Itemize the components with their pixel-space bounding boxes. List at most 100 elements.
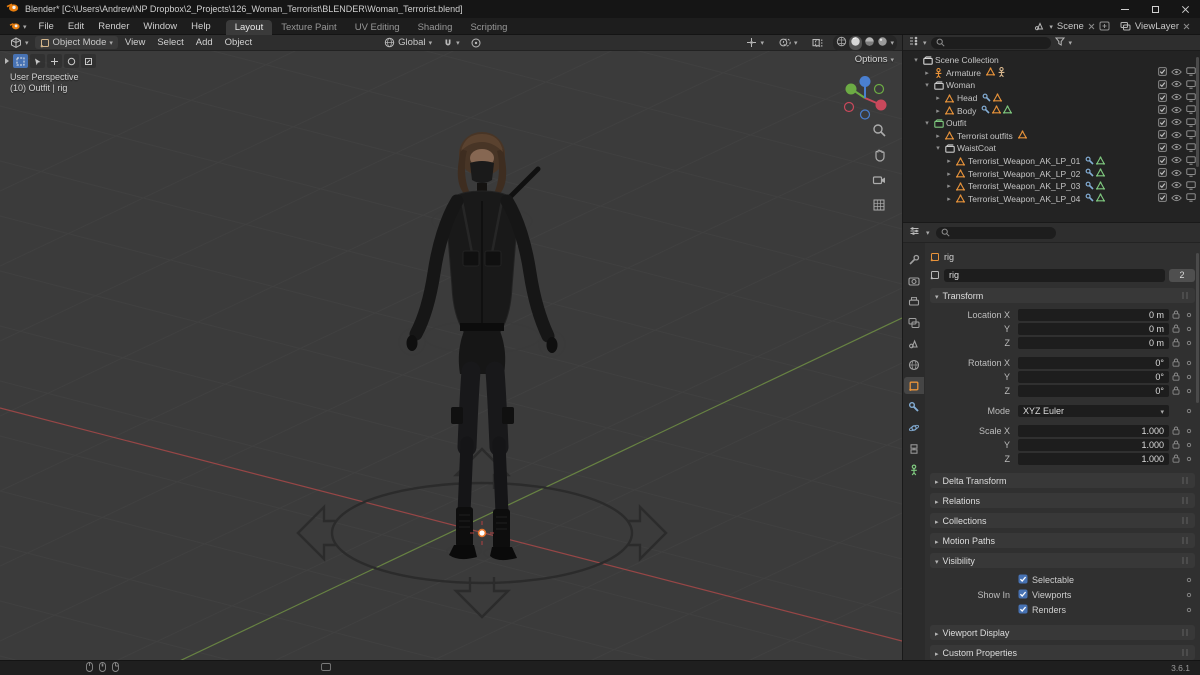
- tool-scale[interactable]: [81, 54, 96, 68]
- unlink-viewlayer-icon[interactable]: [1183, 23, 1190, 30]
- exclude-checkbox[interactable]: [1158, 67, 1167, 78]
- lock-icon[interactable]: [1169, 426, 1183, 435]
- shading-material-button[interactable]: [864, 36, 875, 50]
- hide-eye-icon[interactable]: [1171, 156, 1182, 166]
- viewlayer-selector[interactable]: ViewLayer: [1120, 21, 1190, 32]
- viewport-visibility-icon[interactable]: [1186, 193, 1196, 204]
- selectable-checkbox[interactable]: [1018, 574, 1028, 586]
- viewport-menu-object[interactable]: Object: [219, 36, 258, 49]
- toolbar-expand-icon[interactable]: [5, 58, 9, 64]
- animate-decorator[interactable]: [1183, 360, 1195, 366]
- transform-orientation-selector[interactable]: Global: [379, 36, 437, 49]
- tool-select-box[interactable]: [13, 54, 28, 68]
- menu-help[interactable]: Help: [184, 20, 218, 33]
- viewport-menu-select[interactable]: Select: [151, 36, 189, 49]
- viewport-visibility-icon[interactable]: [1186, 80, 1196, 91]
- outliner-item-outfit[interactable]: ▾ Outfit: [903, 117, 1200, 130]
- lock-icon[interactable]: [1169, 324, 1183, 333]
- panel-motion-paths[interactable]: Motion Paths: [930, 533, 1195, 548]
- properties-tab-view-layer[interactable]: [904, 314, 924, 331]
- animate-decorator[interactable]: [1183, 340, 1195, 346]
- animate-decorator[interactable]: [1183, 607, 1195, 613]
- viewport-visibility-icon[interactable]: [1186, 155, 1196, 167]
- number-field[interactable]: 0 m: [1018, 322, 1169, 335]
- outliner-item-terrorist-weapon-ak-lp-04[interactable]: ▸ Terrorist_Weapon_AK_LP_04: [903, 193, 1200, 206]
- show-gizmo-toggle[interactable]: [741, 36, 769, 49]
- renders-checkbox[interactable]: [1018, 604, 1028, 616]
- exclude-checkbox[interactable]: [1158, 143, 1167, 154]
- panel-custom-properties[interactable]: Custom Properties: [930, 645, 1195, 660]
- animate-decorator[interactable]: [1183, 577, 1195, 583]
- panel-delta-transform[interactable]: Delta Transform: [930, 473, 1195, 488]
- tool-cursor[interactable]: [30, 54, 45, 68]
- navigation-gizmo[interactable]: [842, 75, 888, 124]
- viewport-visibility-icon[interactable]: [1186, 92, 1196, 104]
- lock-icon[interactable]: [1169, 358, 1183, 367]
- lock-icon[interactable]: [1169, 372, 1183, 381]
- disclosure-triangle-icon[interactable]: ▾: [933, 144, 943, 152]
- viewport-visibility-icon[interactable]: [1186, 143, 1196, 154]
- number-field[interactable]: 1.000: [1018, 452, 1169, 465]
- disclosure-triangle-icon[interactable]: ▸: [922, 69, 932, 77]
- menu-file[interactable]: File: [32, 20, 61, 33]
- hide-eye-icon[interactable]: [1171, 68, 1182, 78]
- disclosure-triangle-icon[interactable]: ▾: [911, 56, 921, 64]
- shading-wireframe-button[interactable]: [836, 36, 847, 50]
- outliner-root-row[interactable]: ▾ Scene Collection: [903, 54, 1200, 67]
- animate-decorator[interactable]: [1183, 592, 1195, 598]
- number-field[interactable]: 0 m: [1018, 308, 1169, 321]
- disclosure-triangle-icon[interactable]: ▾: [922, 81, 932, 89]
- panel-relations[interactable]: Relations: [930, 493, 1195, 508]
- exclude-checkbox[interactable]: [1158, 117, 1167, 129]
- disclosure-triangle-icon[interactable]: ▸: [933, 132, 943, 140]
- shading-rendered-button[interactable]: [877, 36, 888, 50]
- viewport-visibility-icon[interactable]: [1186, 67, 1196, 78]
- outliner-item-woman[interactable]: ▾ Woman: [903, 79, 1200, 92]
- properties-tab-modifiers[interactable]: [904, 398, 924, 415]
- animate-decorator[interactable]: [1183, 388, 1195, 394]
- menu-window[interactable]: Window: [136, 20, 184, 33]
- filter-icon[interactable]: [1054, 37, 1065, 49]
- outliner-editor-type-button[interactable]: [908, 36, 919, 49]
- outliner-item-terrorist-weapon-ak-lp-03[interactable]: ▸ Terrorist_Weapon_AK_LP_03: [903, 180, 1200, 193]
- hide-eye-icon[interactable]: [1171, 118, 1182, 128]
- breadcrumb-object[interactable]: rig: [944, 252, 954, 262]
- options-dropdown[interactable]: Options: [855, 54, 894, 65]
- viewport-visibility-icon[interactable]: [1186, 130, 1196, 141]
- hide-eye-icon[interactable]: [1171, 93, 1182, 103]
- outliner-search-input[interactable]: [930, 36, 1051, 49]
- hide-eye-icon[interactable]: [1171, 169, 1182, 179]
- properties-tab-scene[interactable]: [904, 335, 924, 352]
- object-name-input[interactable]: rig: [944, 268, 1165, 282]
- panel-transform[interactable]: Transform: [930, 288, 1195, 303]
- viewport-menu-add[interactable]: Add: [190, 36, 219, 49]
- number-field[interactable]: 1.000: [1018, 424, 1169, 437]
- mode-selector[interactable]: Object Mode: [34, 36, 118, 49]
- number-field[interactable]: 0°: [1018, 384, 1169, 397]
- rotation-mode-dropdown[interactable]: XYZ Euler: [1018, 404, 1169, 417]
- panel-visibility[interactable]: Visibility: [930, 553, 1195, 568]
- scene-selector[interactable]: Scene: [1034, 21, 1110, 32]
- animate-decorator[interactable]: [1183, 408, 1195, 414]
- hide-eye-icon[interactable]: [1171, 143, 1182, 153]
- camera-view-icon[interactable]: [872, 173, 886, 190]
- tool-rotate[interactable]: [64, 54, 79, 68]
- viewport-visibility-icon[interactable]: [1186, 118, 1196, 129]
- outliner-item-body[interactable]: ▸ Body: [903, 104, 1200, 117]
- zoom-icon[interactable]: [872, 123, 886, 140]
- number-field[interactable]: 0°: [1018, 356, 1169, 369]
- exclude-checkbox[interactable]: [1158, 180, 1167, 192]
- workspace-tab-layout[interactable]: Layout: [225, 19, 273, 35]
- properties-tab-tool[interactable]: [904, 251, 924, 268]
- properties-tab-object-data[interactable]: [904, 461, 924, 478]
- animate-decorator[interactable]: [1183, 312, 1195, 318]
- outliner-item-terrorist-weapon-ak-lp-02[interactable]: ▸ Terrorist_Weapon_AK_LP_02: [903, 167, 1200, 180]
- outliner-item-terrorist-outfits[interactable]: ▸ Terrorist outfits: [903, 130, 1200, 143]
- outliner-item-armature[interactable]: ▸ Armature: [903, 66, 1200, 80]
- lock-icon[interactable]: [1169, 440, 1183, 449]
- disclosure-triangle-icon[interactable]: ▾: [922, 119, 932, 127]
- exclude-checkbox[interactable]: [1158, 168, 1167, 179]
- number-field[interactable]: 1.000: [1018, 438, 1169, 451]
- exclude-checkbox[interactable]: [1158, 193, 1167, 204]
- number-field[interactable]: 0°: [1018, 370, 1169, 383]
